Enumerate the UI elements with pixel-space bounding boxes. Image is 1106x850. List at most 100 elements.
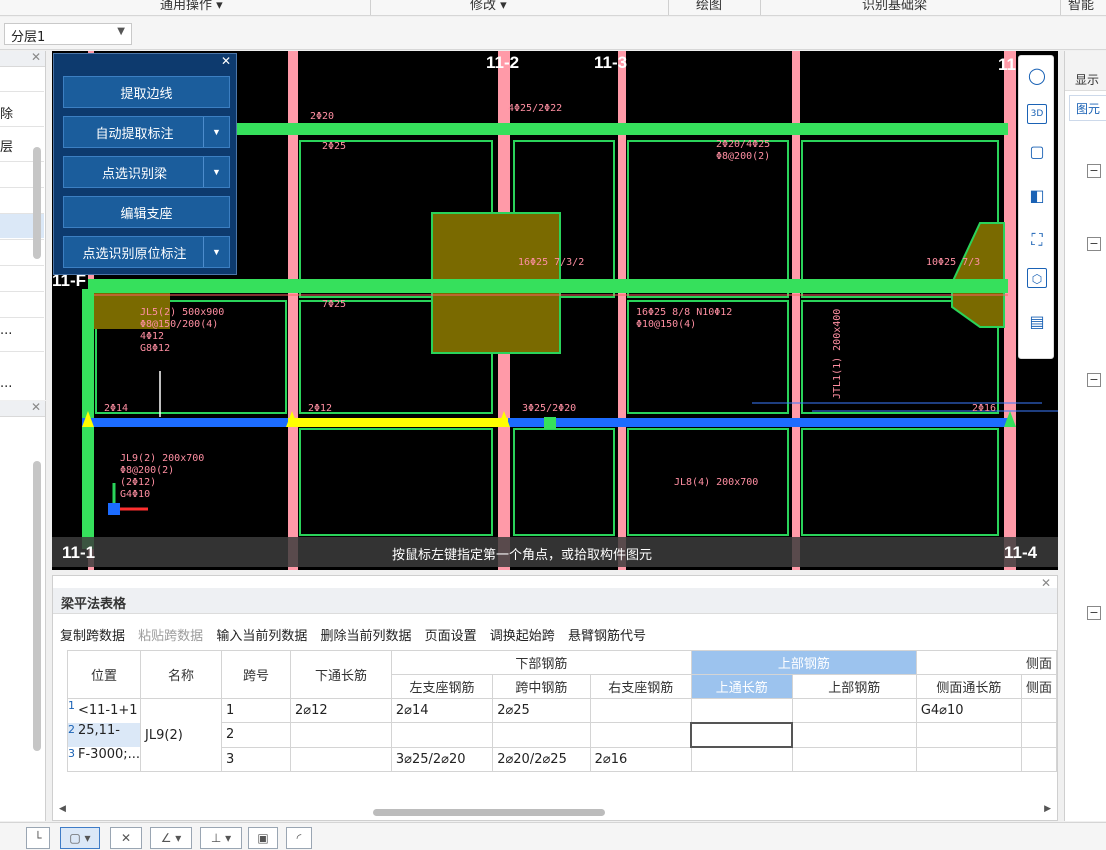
display-filter-icon[interactable]: ⬡ xyxy=(1027,268,1047,288)
properties-sheet-icon[interactable]: ▤ xyxy=(1027,312,1047,332)
box-view-icon[interactable]: ▢ xyxy=(1027,142,1047,162)
chevron-down-icon[interactable]: ▼ xyxy=(203,237,229,267)
top-bar-cell[interactable] xyxy=(791,722,917,748)
chevron-down-icon[interactable]: ▼ xyxy=(203,117,229,147)
side-extra-cell[interactable] xyxy=(1020,746,1057,773)
layer-select[interactable]: 分层1 ▼ xyxy=(4,23,132,45)
col-header-right-support[interactable]: 右支座钢筋 xyxy=(589,674,692,699)
scroll-right-icon[interactable]: ▶ xyxy=(1044,804,1051,814)
col-header-position[interactable]: 位置 xyxy=(67,650,142,699)
copy-span-data-button[interactable]: 复制跨数据 xyxy=(60,629,125,644)
left-item-label[interactable]: 层 xyxy=(0,136,13,155)
arc-tool-icon[interactable]: ◜ xyxy=(286,827,312,849)
divider xyxy=(0,126,44,127)
input-column-data-button[interactable]: 输入当前列数据 xyxy=(216,629,307,644)
span-cell[interactable]: 1 xyxy=(221,697,292,724)
bottom-through-cell[interactable] xyxy=(290,746,392,773)
bottom-through-cell[interactable] xyxy=(290,722,392,748)
tab-elements[interactable]: 图元 xyxy=(1069,95,1106,121)
side-through-cell[interactable]: G4⌀10 xyxy=(915,697,1022,724)
extract-edge-button[interactable]: 提取边线 xyxy=(63,76,230,108)
span-cell[interactable]: 3 xyxy=(221,746,292,773)
left-support-cell[interactable]: 2⌀14 xyxy=(390,697,494,724)
position-cell[interactable]: 1 <11-1+1 2 25,11- 3 F-3000;... xyxy=(67,698,142,772)
ribbon-tab-general[interactable]: 通用操作 ▾ xyxy=(160,0,223,13)
table-row[interactable]: 1 <11-1+1 2 25,11- 3 F-3000;... JL9(2) 1 2⌀… xyxy=(67,697,1057,772)
close-icon[interactable]: ✕ xyxy=(31,400,41,414)
top-through-cell-active[interactable] xyxy=(690,721,794,749)
cross-icon[interactable]: ✕ xyxy=(110,827,142,849)
ribbon-tab-identify-foundation-beam[interactable]: 识别基础梁 xyxy=(862,0,927,13)
left-item-label[interactable]: 除 xyxy=(0,103,13,122)
axis-tool-icon[interactable]: ⊥ ▾ xyxy=(200,827,242,849)
col-header-side-through[interactable]: 侧面通长筋 xyxy=(915,674,1022,699)
ribbon-tab-modify[interactable]: 修改 ▾ xyxy=(470,0,507,13)
mid-span-cell[interactable]: 2⌀25 xyxy=(492,697,591,724)
top-through-cell[interactable] xyxy=(690,697,793,724)
right-support-cell[interactable] xyxy=(589,697,692,724)
left-support-cell[interactable]: 3⌀25/2⌀20 xyxy=(390,746,494,773)
swap-start-span-button[interactable]: 调换起始跨 xyxy=(490,629,555,644)
collapse-toggle[interactable]: − xyxy=(1087,237,1101,251)
scrollbar[interactable] xyxy=(33,147,41,259)
3d-view-icon[interactable]: 3D xyxy=(1027,104,1047,124)
top-through-cell[interactable] xyxy=(690,746,793,773)
col-header-span[interactable]: 跨号 xyxy=(221,650,292,699)
page-setup-button[interactable]: 页面设置 xyxy=(425,629,477,644)
col-header-side-extra[interactable]: 侧面 xyxy=(1020,674,1057,699)
col-header-name[interactable]: 名称 xyxy=(140,650,223,699)
paste-span-data-button[interactable]: 粘贴跨数据 xyxy=(138,629,203,644)
chevron-down-icon[interactable]: ▼ xyxy=(203,157,229,187)
ribbon-tab-draw[interactable]: 绘图 xyxy=(696,0,722,13)
close-icon[interactable]: ✕ xyxy=(31,50,41,64)
save-view-icon[interactable]: ▣ xyxy=(248,827,278,849)
collapse-toggle[interactable]: − xyxy=(1087,606,1101,620)
left-item-label[interactable]: ... xyxy=(0,376,12,391)
collapse-toggle[interactable]: − xyxy=(1087,164,1101,178)
mid-span-cell[interactable] xyxy=(492,722,591,748)
orbit-icon[interactable]: ◯ xyxy=(1027,66,1047,86)
scroll-left-icon[interactable]: ◀ xyxy=(59,804,66,814)
wall-corner-icon[interactable]: └ xyxy=(26,827,50,849)
col-group-bottom-rebar[interactable]: 下部钢筋 xyxy=(390,650,692,675)
name-cell[interactable]: JL9(2) xyxy=(140,698,223,772)
delete-column-data-button[interactable]: 删除当前列数据 xyxy=(320,629,411,644)
col-header-top-through[interactable]: 上通长筋 xyxy=(690,674,793,699)
right-support-cell[interactable]: 2⌀16 xyxy=(589,746,692,773)
right-support-cell[interactable] xyxy=(589,722,692,748)
select-rect-icon[interactable]: ▢ ▾ xyxy=(60,827,100,849)
top-bar-cell[interactable] xyxy=(791,697,917,724)
top-bar-cell[interactable] xyxy=(791,746,917,773)
col-header-top-bar[interactable]: 上部钢筋 xyxy=(791,674,917,699)
side-extra-cell[interactable] xyxy=(1020,697,1057,724)
close-icon[interactable]: ✕ xyxy=(221,54,231,68)
pick-identify-in-situ-annotation-button[interactable]: 点选识别原位标注 ▼ xyxy=(63,236,230,268)
left-item-label[interactable]: ... xyxy=(0,323,12,338)
col-header-left-support[interactable]: 左支座钢筋 xyxy=(390,674,494,699)
bottom-through-cell[interactable]: 2⌀12 xyxy=(290,697,392,724)
auto-extract-annotation-button[interactable]: 自动提取标注 ▼ xyxy=(63,116,230,148)
ribbon-tab-smart[interactable]: 智能布 xyxy=(1068,0,1106,15)
identify-tool-panel: ✕ 提取边线 自动提取标注 ▼ 点选识别梁 ▼ 编辑支座 点选识别原位标注 ▼ xyxy=(53,53,237,275)
left-support-cell[interactable] xyxy=(390,722,494,748)
col-header-bottom-through[interactable]: 下通长筋 xyxy=(290,650,392,699)
col-group-side[interactable]: 侧面 xyxy=(915,650,1057,675)
side-extra-cell[interactable] xyxy=(1020,722,1057,748)
side-through-cell[interactable] xyxy=(915,746,1022,773)
horizontal-scrollbar[interactable]: ◀ ▶ xyxy=(53,804,1057,820)
scrollbar[interactable] xyxy=(33,461,41,751)
col-header-mid-span[interactable]: 跨中钢筋 xyxy=(492,674,591,699)
beam-table: 位置 名称 跨号 下通长筋 下部钢筋 上部钢筋 侧面 左支座钢筋 跨中钢筋 右支… xyxy=(67,650,1057,773)
col-group-top-rebar[interactable]: 上部钢筋 xyxy=(690,650,917,675)
edit-support-button[interactable]: 编辑支座 xyxy=(63,196,230,228)
cantilever-rebar-code-button[interactable]: 悬臂钢筋代号 xyxy=(568,629,646,644)
angle-icon[interactable]: ∠ ▾ xyxy=(150,827,192,849)
solid-view-icon[interactable]: ◧ xyxy=(1027,186,1047,206)
span-cell[interactable]: 2 xyxy=(221,722,292,748)
collapse-toggle[interactable]: − xyxy=(1087,373,1101,387)
mid-span-cell[interactable]: 2⌀20/2⌀25 xyxy=(492,746,591,773)
pick-identify-beam-button[interactable]: 点选识别梁 ▼ xyxy=(63,156,230,188)
scroll-thumb[interactable] xyxy=(373,809,605,816)
zoom-extents-icon[interactable]: ⛶ xyxy=(1027,230,1047,250)
side-through-cell[interactable] xyxy=(915,722,1022,748)
